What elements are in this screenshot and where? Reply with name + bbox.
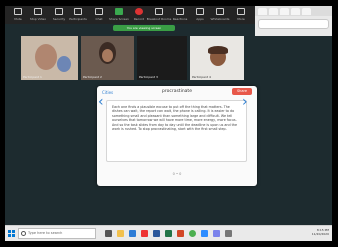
powerpoint-icon[interactable] <box>177 230 184 237</box>
next-arrow-icon[interactable]: › <box>242 95 248 109</box>
share-screen-button[interactable]: Share Screen <box>109 8 129 22</box>
edge-icon[interactable] <box>129 230 136 237</box>
screen: Mute Stop Video Security Participants Ch… <box>5 6 332 241</box>
security-button[interactable]: Security <box>49 8 69 22</box>
browser-tabs <box>255 6 332 16</box>
record-icon <box>135 8 143 15</box>
people-icon <box>74 8 82 15</box>
smiley-icon <box>176 8 184 15</box>
browser-window <box>255 6 332 36</box>
video-tile[interactable]: Participant 4 <box>190 36 244 80</box>
microphone-icon <box>14 8 22 15</box>
teams-icon[interactable] <box>213 230 220 237</box>
browser-tab[interactable] <box>302 8 311 15</box>
browser-tab[interactable] <box>258 8 267 15</box>
shield-icon <box>55 8 63 15</box>
zoom-icon[interactable] <box>201 230 208 237</box>
flashcard-dialog: Cities procrastinate Share Each one find… <box>97 86 257 186</box>
more-icon <box>237 8 245 15</box>
taskbar-search[interactable]: Type here to search <box>18 228 96 239</box>
participant-name: Participant 1 <box>23 75 42 79</box>
word-icon[interactable] <box>153 230 160 237</box>
video-tile[interactable]: Participant 2 <box>81 36 134 80</box>
task-view-icon[interactable] <box>105 230 112 237</box>
windows-start-icon[interactable] <box>8 230 15 237</box>
taskbar: Type here to search 8:15 PM 11/20/2020 <box>5 225 332 241</box>
viewing-banner: You are viewing screen <box>113 25 175 31</box>
more-button[interactable]: More <box>231 8 251 22</box>
video-tile[interactable]: Participant 3 <box>137 36 187 80</box>
grid-icon <box>155 8 163 15</box>
stop-video-button[interactable]: Stop Video <box>28 8 48 22</box>
pager: 0 • 0 <box>172 172 182 176</box>
search-icon <box>21 231 26 236</box>
participant-face <box>102 49 113 62</box>
address-bar[interactable] <box>258 19 329 29</box>
chat-button[interactable]: Chat <box>89 8 109 22</box>
system-tray-clock[interactable]: 8:15 PM 11/20/2020 <box>312 228 329 236</box>
participant-name: Participant 4 <box>192 75 211 79</box>
app-icon[interactable] <box>141 230 148 237</box>
share-screen-icon <box>115 8 123 15</box>
camera-icon <box>34 8 42 15</box>
flashcard-text: Each one finds a plausible excuse to put… <box>106 100 247 162</box>
whiteboards-button[interactable]: Whiteboards <box>210 8 230 22</box>
participants-button[interactable]: Participants <box>68 8 88 22</box>
video-tile[interactable]: Participant 1 <box>21 36 78 80</box>
participant-hair <box>208 46 228 54</box>
apps-icon <box>196 8 204 15</box>
settings-icon[interactable] <box>225 230 232 237</box>
chrome-icon[interactable] <box>189 230 196 237</box>
reactions-button[interactable]: Reactions <box>170 8 190 22</box>
excel-icon[interactable] <box>165 230 172 237</box>
browser-tab[interactable] <box>269 8 278 15</box>
participant-face <box>35 44 57 70</box>
whiteboard-icon <box>216 8 224 15</box>
browser-tab[interactable] <box>280 8 289 15</box>
file-explorer-icon[interactable] <box>117 230 124 237</box>
chat-icon <box>95 8 103 15</box>
previous-arrow-icon[interactable]: ‹ <box>98 95 104 109</box>
participant-name: Participant 2 <box>83 75 102 79</box>
browser-tab[interactable] <box>291 8 300 15</box>
participant-name: Participant 3 <box>139 75 158 79</box>
participant-face <box>57 56 71 72</box>
apps-button[interactable]: Apps <box>190 8 210 22</box>
breakout-rooms-button[interactable]: Breakout Rooms <box>147 8 171 22</box>
mute-button[interactable]: Mute <box>8 8 28 22</box>
